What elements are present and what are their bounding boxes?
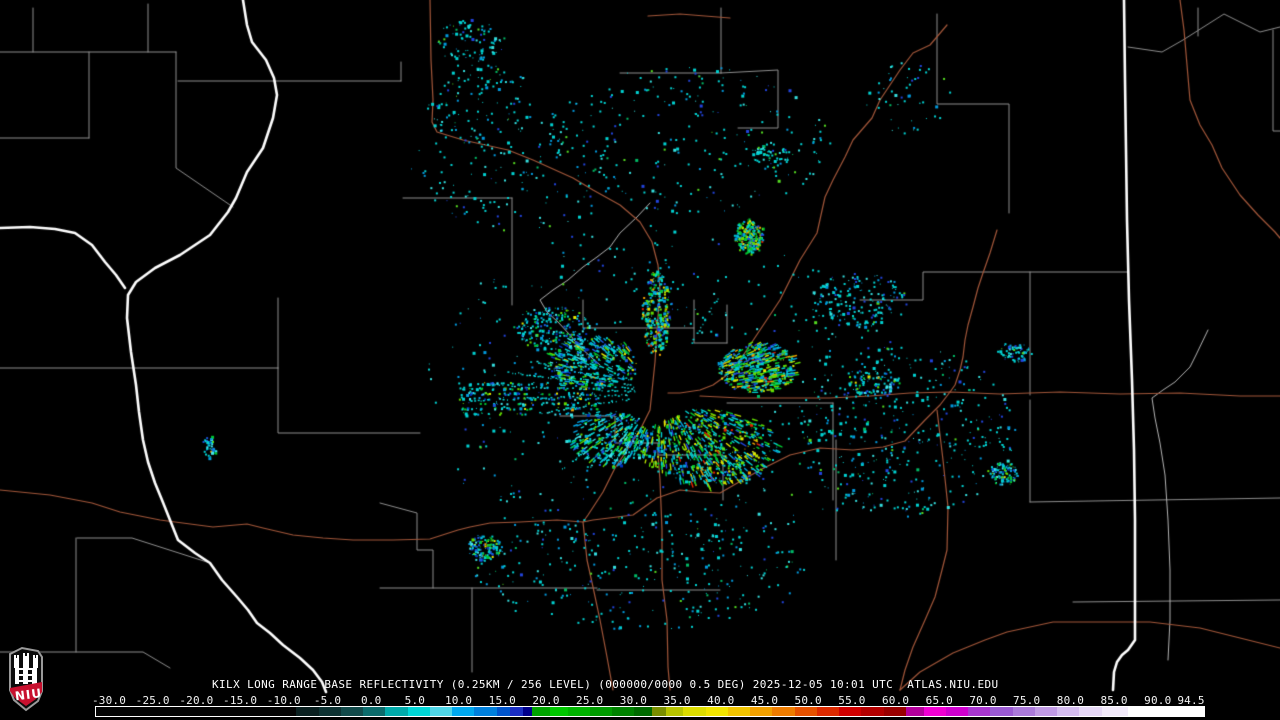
colorbar-segment	[452, 707, 475, 716]
colorbar-segment	[861, 707, 884, 716]
colorbar-segment	[816, 707, 840, 716]
colorbar-segment	[772, 707, 795, 716]
colorbar-segment	[567, 707, 590, 716]
colorbar-segment	[794, 707, 817, 716]
colorbar-segment	[509, 707, 524, 716]
colorbar-segment	[385, 707, 408, 716]
radar-map-canvas	[0, 0, 1280, 720]
niu-castle-icon	[14, 653, 38, 684]
colorbar-segment	[750, 707, 773, 716]
colorbar-segment	[1034, 707, 1058, 716]
colorbar-segment	[990, 707, 1013, 716]
colorbar-tick-labels: -30.0 -25.0 -20.0 -15.0 -10.0 -5.0 0.0 5.0 10.0 1…	[0, 694, 1280, 707]
colorbar-segment	[1012, 707, 1035, 716]
colorbar-segment	[612, 707, 635, 716]
colorbar-segment	[727, 707, 751, 716]
colorbar-segment	[945, 707, 969, 716]
reflectivity-colorbar	[95, 706, 1205, 717]
colorbar-segment	[296, 707, 319, 716]
colorbar-segment	[549, 707, 568, 716]
colorbar-segment	[665, 707, 684, 716]
colorbar-segment	[683, 707, 706, 716]
colorbar-segment	[1128, 707, 1205, 716]
radar-viewer: NIU KILX LONG RANGE BASE REFLECTIVITY (0…	[0, 0, 1280, 720]
colorbar-segment	[474, 707, 497, 716]
colorbar-segment	[340, 707, 363, 716]
colorbar-segment	[1101, 707, 1129, 716]
colorbar-segment	[429, 707, 452, 716]
colorbar-segment	[634, 707, 653, 716]
colorbar-segment	[96, 707, 297, 716]
colorbar-segment	[532, 707, 550, 716]
colorbar-segment	[496, 707, 510, 716]
colorbar-segment	[905, 707, 924, 716]
colorbar-segment	[1079, 707, 1102, 716]
colorbar-segment	[839, 707, 862, 716]
colorbar-segment	[523, 707, 533, 716]
colorbar-segment	[883, 707, 906, 716]
colorbar-segment	[923, 707, 946, 716]
colorbar-segment	[407, 707, 430, 716]
colorbar-segment	[363, 707, 386, 716]
colorbar-segment	[318, 707, 341, 716]
colorbar-segment	[589, 707, 613, 716]
colorbar-segment	[968, 707, 991, 716]
product-title: KILX LONG RANGE BASE REFLECTIVITY (0.25K…	[212, 678, 999, 691]
colorbar-segment	[705, 707, 728, 716]
colorbar-segment	[1057, 707, 1080, 716]
colorbar-segment	[652, 707, 666, 716]
